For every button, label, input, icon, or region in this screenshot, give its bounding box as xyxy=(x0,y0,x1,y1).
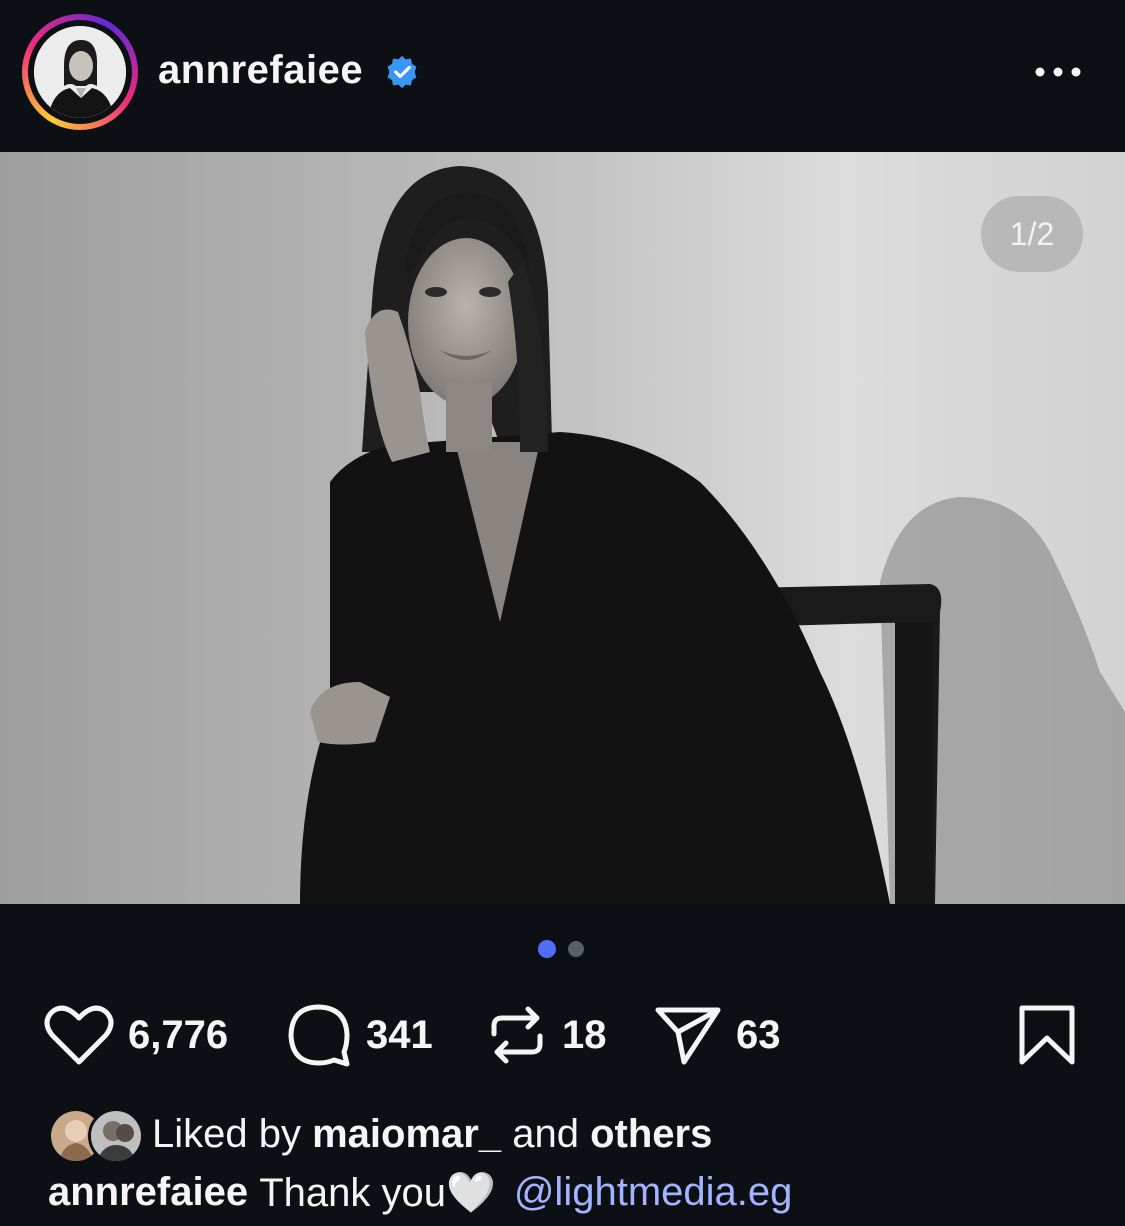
carousel-indicator xyxy=(536,940,596,960)
caption: annrefaiee Thank you🤍 @lightmedia.eg xyxy=(48,1162,1108,1222)
caption-mention[interactable]: @lightmedia.eg xyxy=(514,1170,793,1215)
carousel-dot[interactable] xyxy=(568,941,584,957)
post-image[interactable]: 1/2 xyxy=(0,152,1125,904)
carousel-dot-active[interactable] xyxy=(538,940,556,958)
verified-badge-icon xyxy=(387,55,417,89)
liked-by-and: and xyxy=(512,1111,579,1156)
repost-icon[interactable] xyxy=(486,1004,548,1066)
more-options-icon[interactable] xyxy=(1030,54,1086,90)
comment-count[interactable]: 341 xyxy=(366,1013,433,1058)
comment-action[interactable]: 341 xyxy=(286,990,433,1080)
liked-by-row[interactable]: Liked by maiomar_ and others xyxy=(48,1104,1088,1164)
avatar[interactable] xyxy=(34,26,126,118)
repost-count[interactable]: 18 xyxy=(562,1013,607,1058)
share-count[interactable]: 63 xyxy=(736,1013,781,1058)
send-icon[interactable] xyxy=(654,1004,722,1066)
like-action[interactable]: 6,776 xyxy=(44,990,228,1080)
liked-by-user[interactable]: maiomar_ xyxy=(312,1112,501,1157)
caption-text: Thank you🤍 xyxy=(259,1170,496,1215)
post-header: annrefaiee xyxy=(0,0,1125,152)
share-action[interactable]: 63 xyxy=(654,990,781,1080)
heart-icon[interactable] xyxy=(44,1004,114,1066)
post-photo xyxy=(0,152,1125,904)
liked-by-others[interactable]: others xyxy=(590,1112,712,1157)
liker-avatars xyxy=(48,1106,144,1164)
story-ring[interactable] xyxy=(22,14,138,130)
liker-avatar xyxy=(88,1108,144,1164)
username[interactable]: annrefaiee xyxy=(158,48,363,93)
liked-by-prefix: Liked by xyxy=(152,1111,301,1156)
save-action[interactable] xyxy=(1018,990,1076,1080)
caption-username[interactable]: annrefaiee xyxy=(48,1170,248,1215)
action-bar: 6,776 341 18 63 xyxy=(0,990,1125,1080)
repost-action[interactable]: 18 xyxy=(486,990,607,1080)
like-count[interactable]: 6,776 xyxy=(128,1013,228,1058)
bookmark-icon[interactable] xyxy=(1018,1004,1076,1066)
slide-counter: 1/2 xyxy=(981,196,1083,272)
comment-icon[interactable] xyxy=(286,1002,352,1068)
